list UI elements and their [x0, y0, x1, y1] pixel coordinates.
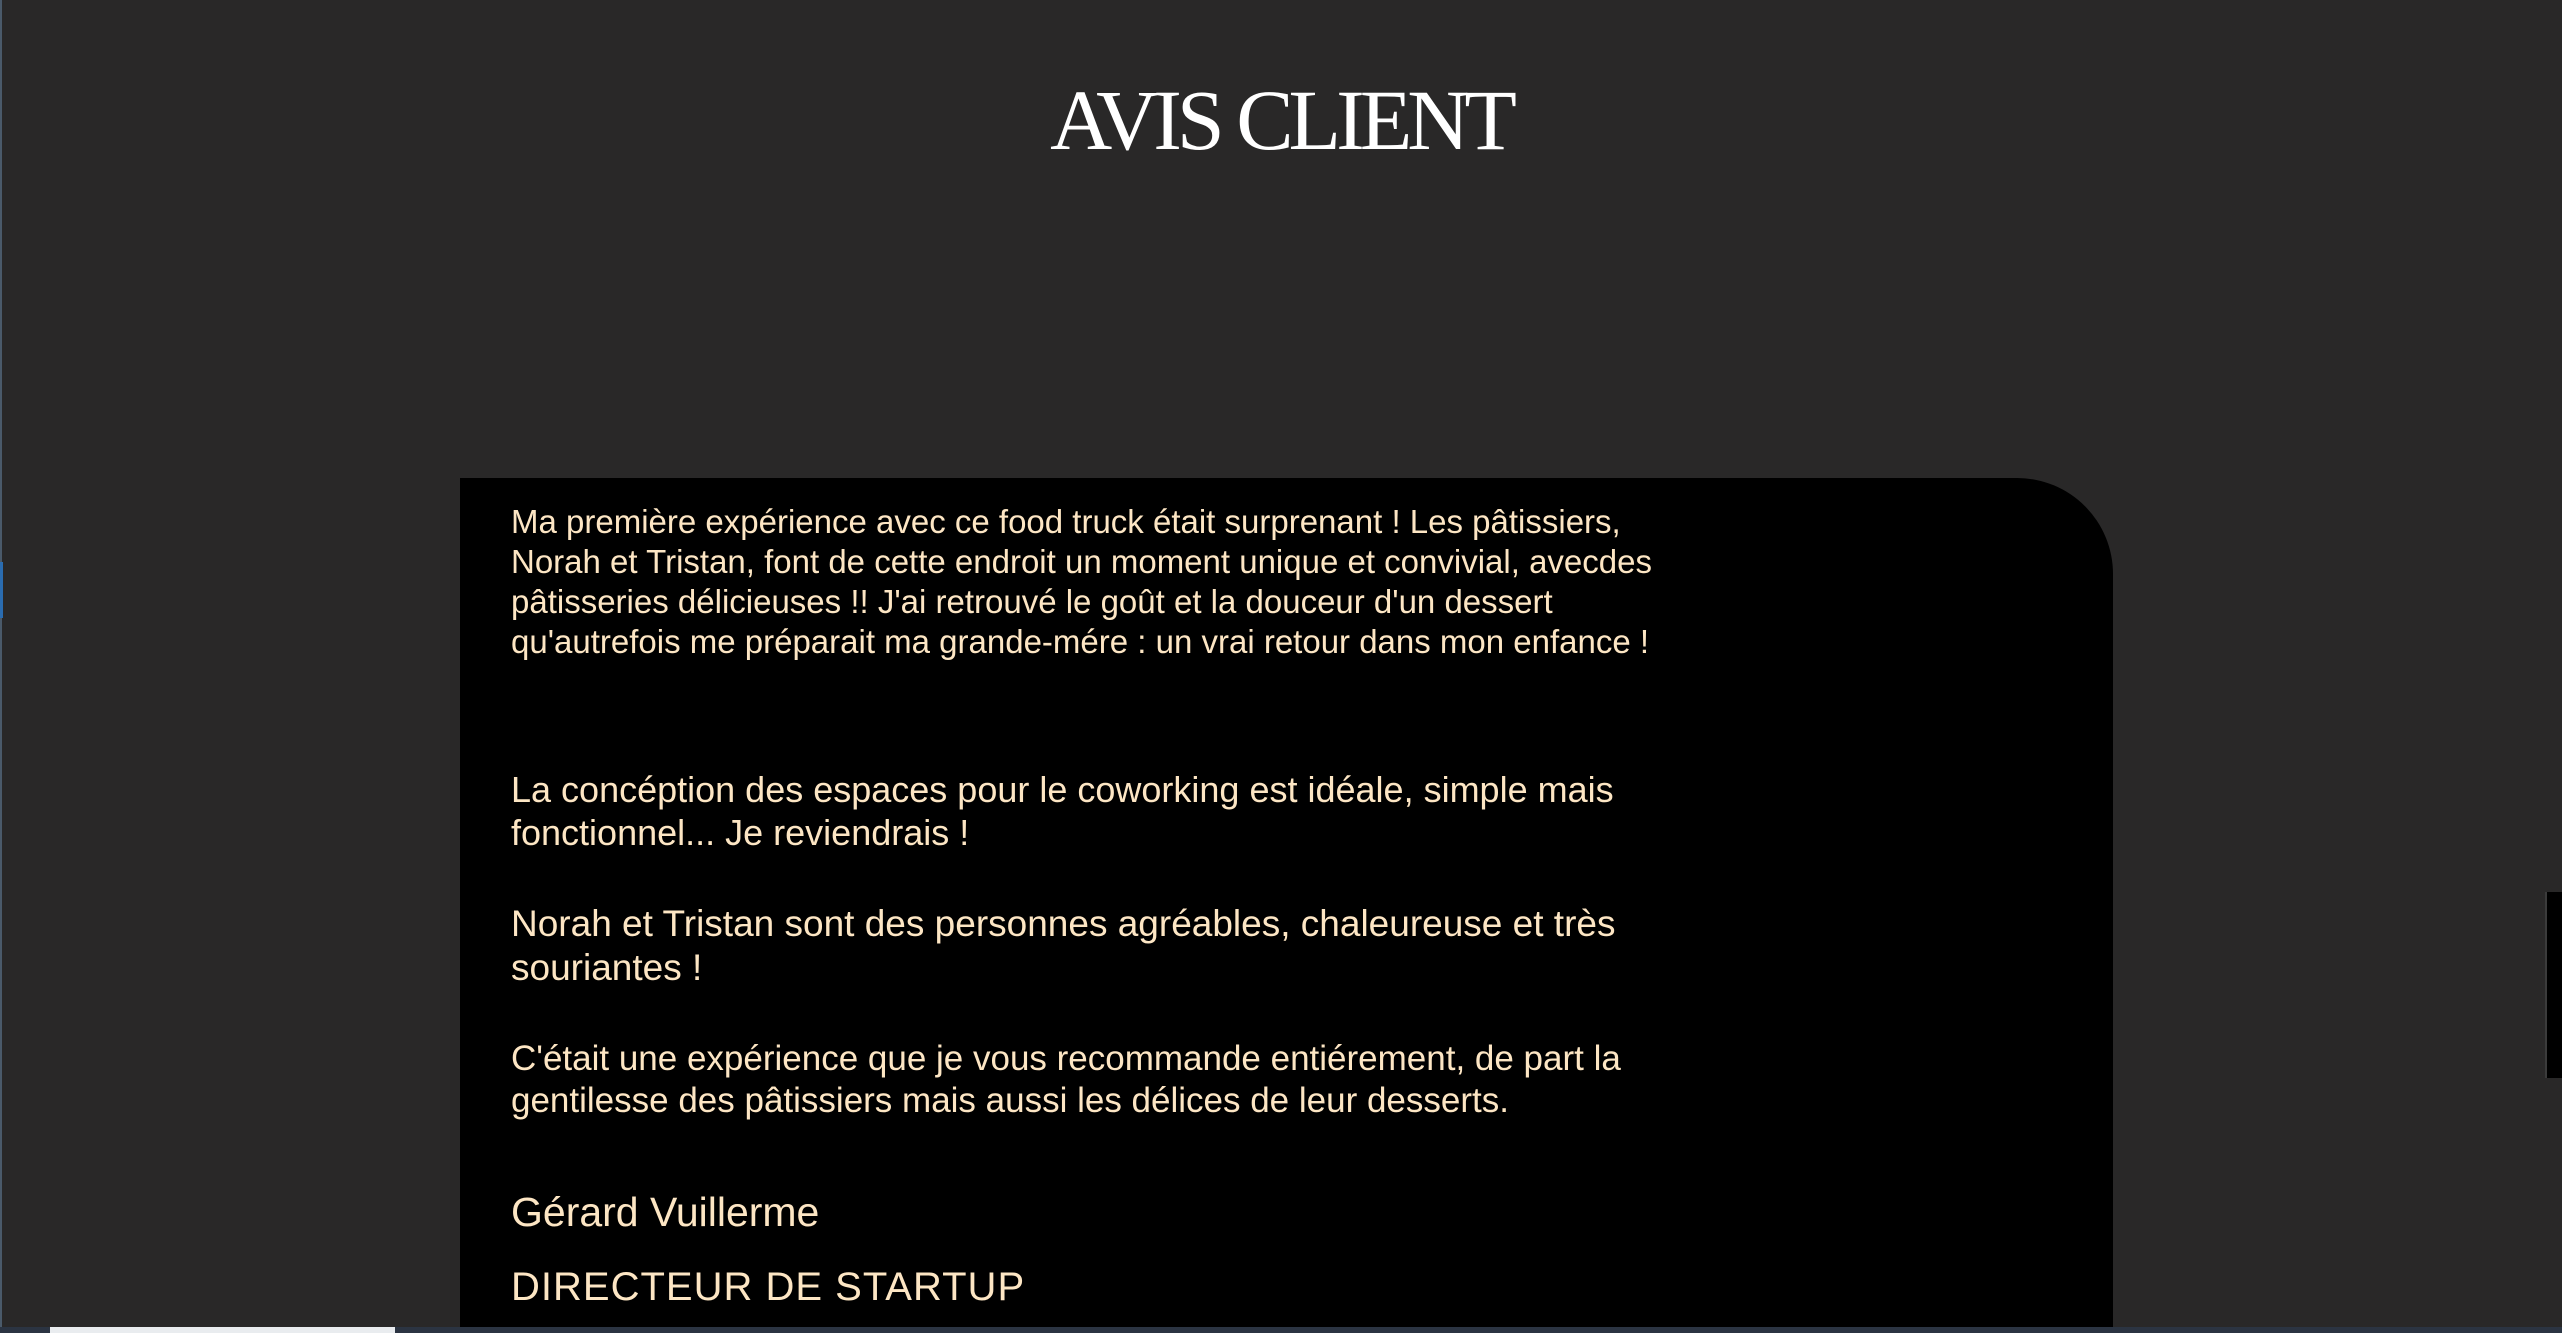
window-left-edge	[0, 0, 2, 1333]
review-card: Ma première expérience avec ce food truc…	[460, 478, 2113, 1333]
left-edge-marker	[0, 562, 3, 618]
page-title: AVIS CLIENT	[1050, 72, 1517, 168]
review-paragraph: Ma première expérience avec ce food truc…	[511, 503, 1652, 660]
review-paragraph: La concéption des espaces pour le cowork…	[511, 769, 1614, 853]
review-body: Ma première expérience avec ce food truc…	[511, 502, 1711, 1310]
review-author-name: Gérard Vuillerme	[511, 1189, 820, 1235]
review-author-role: DIRECTEUR DE STARTUP	[511, 1265, 1026, 1309]
bottom-bar-highlight	[50, 1327, 395, 1333]
review-paragraph: C'était une expérience que je vous recom…	[511, 1039, 1621, 1120]
scrollbar-thumb[interactable]	[2545, 892, 2562, 1078]
review-paragraph: Norah et Tristan sont des personnes agré…	[511, 903, 1616, 988]
